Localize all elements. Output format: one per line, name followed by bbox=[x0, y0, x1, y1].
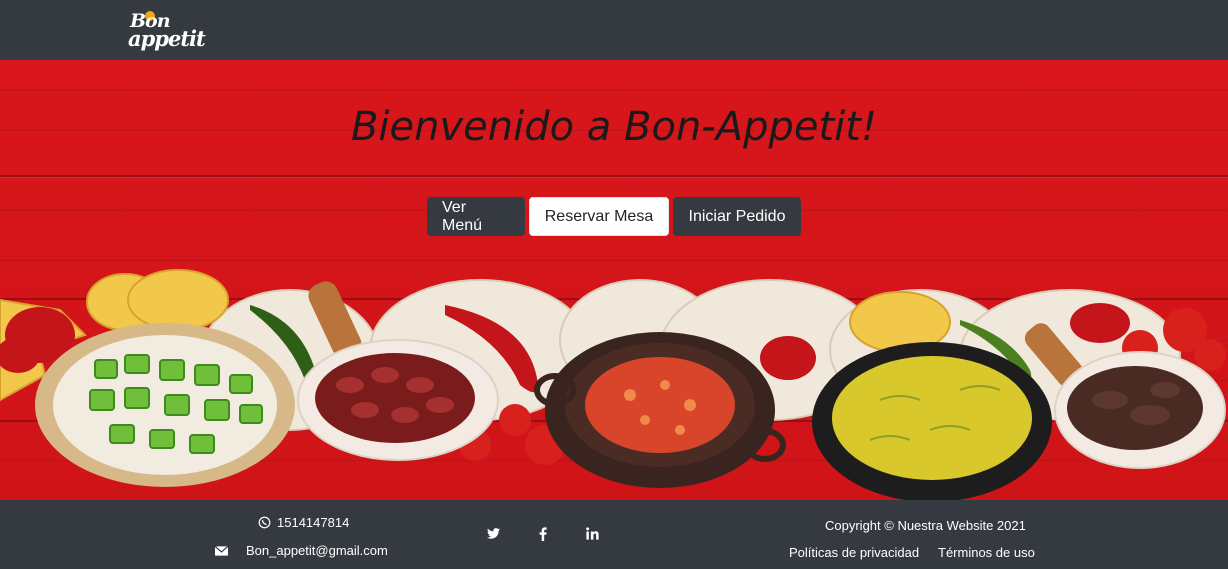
privacy-policy-link[interactable]: Políticas de privacidad bbox=[789, 545, 919, 560]
hero-banner: Bienvenido a Bon-Appetit! Ver Menú Reser… bbox=[0, 60, 1228, 500]
footer: 1514147814 Bon_appetit@gmail.com Copyrig… bbox=[0, 500, 1228, 569]
start-order-button[interactable]: Iniciar Pedido bbox=[673, 197, 801, 236]
twitter-icon[interactable] bbox=[487, 528, 500, 539]
hero-button-group: Ver Menú Reservar Mesa Iniciar Pedido bbox=[427, 197, 801, 236]
email-link[interactable]: Bon_appetit@gmail.com bbox=[246, 543, 388, 558]
envelope-icon bbox=[215, 545, 228, 556]
view-menu-button[interactable]: Ver Menú bbox=[427, 197, 525, 236]
linkedin-icon[interactable] bbox=[586, 527, 599, 540]
phone-contact: 1514147814 bbox=[258, 515, 349, 530]
logo-line-2: appetit bbox=[128, 26, 206, 51]
whatsapp-icon bbox=[258, 516, 271, 529]
facebook-icon[interactable] bbox=[539, 527, 547, 541]
copyright-text: Copyright © Nuestra Website 2021 bbox=[825, 518, 1026, 533]
hero-title: Bienvenido a Bon-Appetit! bbox=[350, 104, 878, 150]
reserve-table-button[interactable]: Reservar Mesa bbox=[529, 197, 669, 236]
food-illustration bbox=[0, 269, 1226, 500]
email-contact: Bon_appetit@gmail.com bbox=[215, 543, 388, 558]
phone-number: 1514147814 bbox=[277, 515, 350, 530]
navbar: Bon appetit bbox=[0, 0, 1228, 60]
brand-logo[interactable]: Bon appetit bbox=[128, 8, 208, 52]
terms-of-use-link[interactable]: Términos de uso bbox=[938, 545, 1035, 560]
